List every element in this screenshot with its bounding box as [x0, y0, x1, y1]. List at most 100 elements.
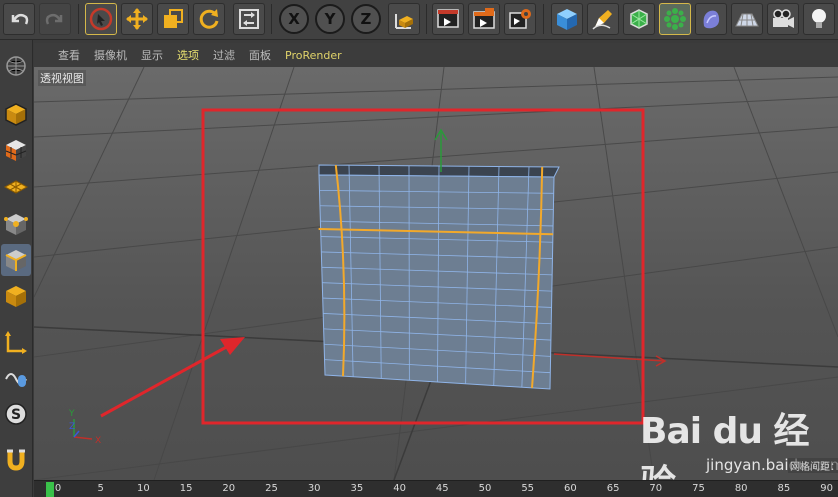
render-settings-icon — [509, 9, 531, 29]
menu-prorender[interactable]: ProRender — [285, 49, 342, 62]
timeline-tick: 85 — [777, 483, 791, 494]
undo-icon — [11, 13, 29, 25]
mesh-front-face — [318, 174, 555, 390]
deformer-button[interactable] — [695, 3, 727, 35]
snap-icon: S — [5, 403, 27, 425]
render-view-button[interactable] — [432, 3, 464, 35]
rotate-button[interactable] — [193, 3, 225, 35]
toolbar-separator — [543, 4, 544, 34]
recent-tools-button[interactable] — [233, 3, 265, 35]
timeline-tick: 60 — [564, 483, 577, 494]
pen-button[interactable] — [587, 3, 619, 35]
y-axis-lock-button[interactable]: Y — [315, 4, 345, 34]
array-icon — [664, 8, 686, 30]
move-button[interactable] — [121, 3, 153, 35]
deformer-icon — [703, 10, 720, 29]
grid-spacing-label: 网格间距： — [788, 458, 838, 473]
view-axis-y-label: Y — [68, 409, 75, 419]
magnet-button[interactable] — [1, 444, 31, 476]
annotation-arrow — [100, 337, 245, 418]
pen-icon — [592, 10, 612, 30]
toolbar-separator — [271, 4, 272, 34]
timeline-tick: 80 — [734, 483, 748, 494]
polygon-object[interactable] — [318, 164, 560, 390]
redo-button[interactable] — [39, 3, 71, 35]
view-axis-z-label: Z — [69, 422, 75, 432]
toolbar-separator — [78, 4, 79, 34]
timeline-tick: 50 — [478, 483, 492, 494]
redo-icon — [45, 13, 63, 25]
edges-mode-button[interactable] — [1, 244, 31, 276]
timeline-tick: 75 — [692, 483, 705, 494]
workplane-button[interactable] — [1, 170, 31, 202]
timeline-tick: 40 — [393, 483, 406, 494]
cube-icon — [557, 9, 577, 30]
menu-options[interactable]: 选项 — [177, 47, 199, 63]
timeline-tick: 45 — [435, 483, 449, 494]
texture-mode-button[interactable] — [1, 134, 31, 166]
toolbar-separator — [426, 4, 427, 34]
live-select-icon — [89, 7, 113, 31]
timeline-tick: 15 — [179, 483, 193, 494]
render-picture-viewer-button[interactable] — [468, 3, 500, 35]
viewport-menu-bar: 查看 摄像机 显示 选项 过滤 面板 ProRender — [34, 43, 838, 67]
subdivision-button[interactable] — [623, 3, 655, 35]
camera-button[interactable] — [767, 3, 799, 35]
timeline-playhead[interactable] — [46, 482, 54, 497]
left-mode-toolbar: S — [0, 40, 33, 497]
make-editable-button[interactable] — [1, 50, 31, 82]
rotate-icon — [199, 9, 219, 29]
polygons-mode-icon — [6, 286, 26, 307]
coordinate-system-icon — [395, 14, 413, 29]
menu-display[interactable]: 显示 — [141, 47, 163, 63]
polygons-mode-button[interactable] — [1, 280, 31, 312]
menu-view[interactable]: 查看 — [58, 47, 80, 63]
move-icon — [126, 8, 148, 30]
array-button[interactable] — [659, 3, 691, 35]
main-toolbar: X Y Z — [0, 0, 838, 40]
floor-button[interactable] — [731, 3, 763, 35]
snap-button[interactable]: S — [1, 398, 31, 430]
texture-checker-icon — [5, 140, 27, 161]
timeline-tick: 35 — [350, 483, 364, 494]
cube-button[interactable] — [551, 3, 583, 35]
render-settings-button[interactable] — [504, 3, 536, 35]
points-mode-button[interactable] — [1, 208, 31, 240]
timeline-ruler[interactable]: 0 5 10 15 20 25 30 35 40 45 50 55 60 65 70 75 80 85 90 — [34, 480, 838, 497]
magnet-icon — [7, 449, 25, 471]
timeline-tick: 10 — [137, 483, 150, 494]
floor-icon — [735, 13, 759, 27]
model-mode-button[interactable] — [1, 98, 31, 130]
coordinate-system-button[interactable] — [388, 3, 420, 35]
menu-filter[interactable]: 过滤 — [213, 47, 235, 63]
render-picture-viewer-icon — [473, 8, 495, 29]
camera-icon — [773, 9, 794, 28]
timeline-tick: 0 — [54, 483, 62, 494]
tweak-button[interactable] — [1, 362, 31, 394]
menu-cameras[interactable]: 摄像机 — [94, 47, 127, 63]
light-button[interactable] — [803, 3, 835, 35]
axis-mode-icon — [5, 331, 27, 354]
recent-tools-icon — [239, 9, 259, 29]
subdivision-icon — [630, 9, 648, 29]
timeline-tick: 65 — [606, 483, 620, 494]
make-editable-icon — [6, 56, 26, 76]
menu-panel[interactable]: 面板 — [249, 47, 271, 63]
z-axis-lock-button[interactable]: Z — [351, 4, 381, 34]
axis-mode-button[interactable] — [1, 326, 31, 358]
timeline-tick: 55 — [521, 483, 535, 494]
timeline-tick: 20 — [222, 483, 236, 494]
render-view-icon — [437, 9, 459, 28]
timeline-tick: 70 — [649, 483, 663, 494]
x-axis-lock-button[interactable]: X — [279, 4, 309, 34]
points-mode-icon — [4, 214, 28, 235]
timeline-tick: 90 — [820, 483, 833, 494]
scale-button[interactable] — [157, 3, 189, 35]
svg-text:S: S — [11, 407, 21, 423]
light-icon — [812, 9, 826, 28]
tweak-icon — [5, 373, 27, 387]
view-axis-x-label: X — [95, 436, 101, 446]
timeline-tick: 5 — [97, 483, 104, 494]
live-select-button[interactable] — [85, 3, 117, 35]
undo-button[interactable] — [3, 3, 35, 35]
